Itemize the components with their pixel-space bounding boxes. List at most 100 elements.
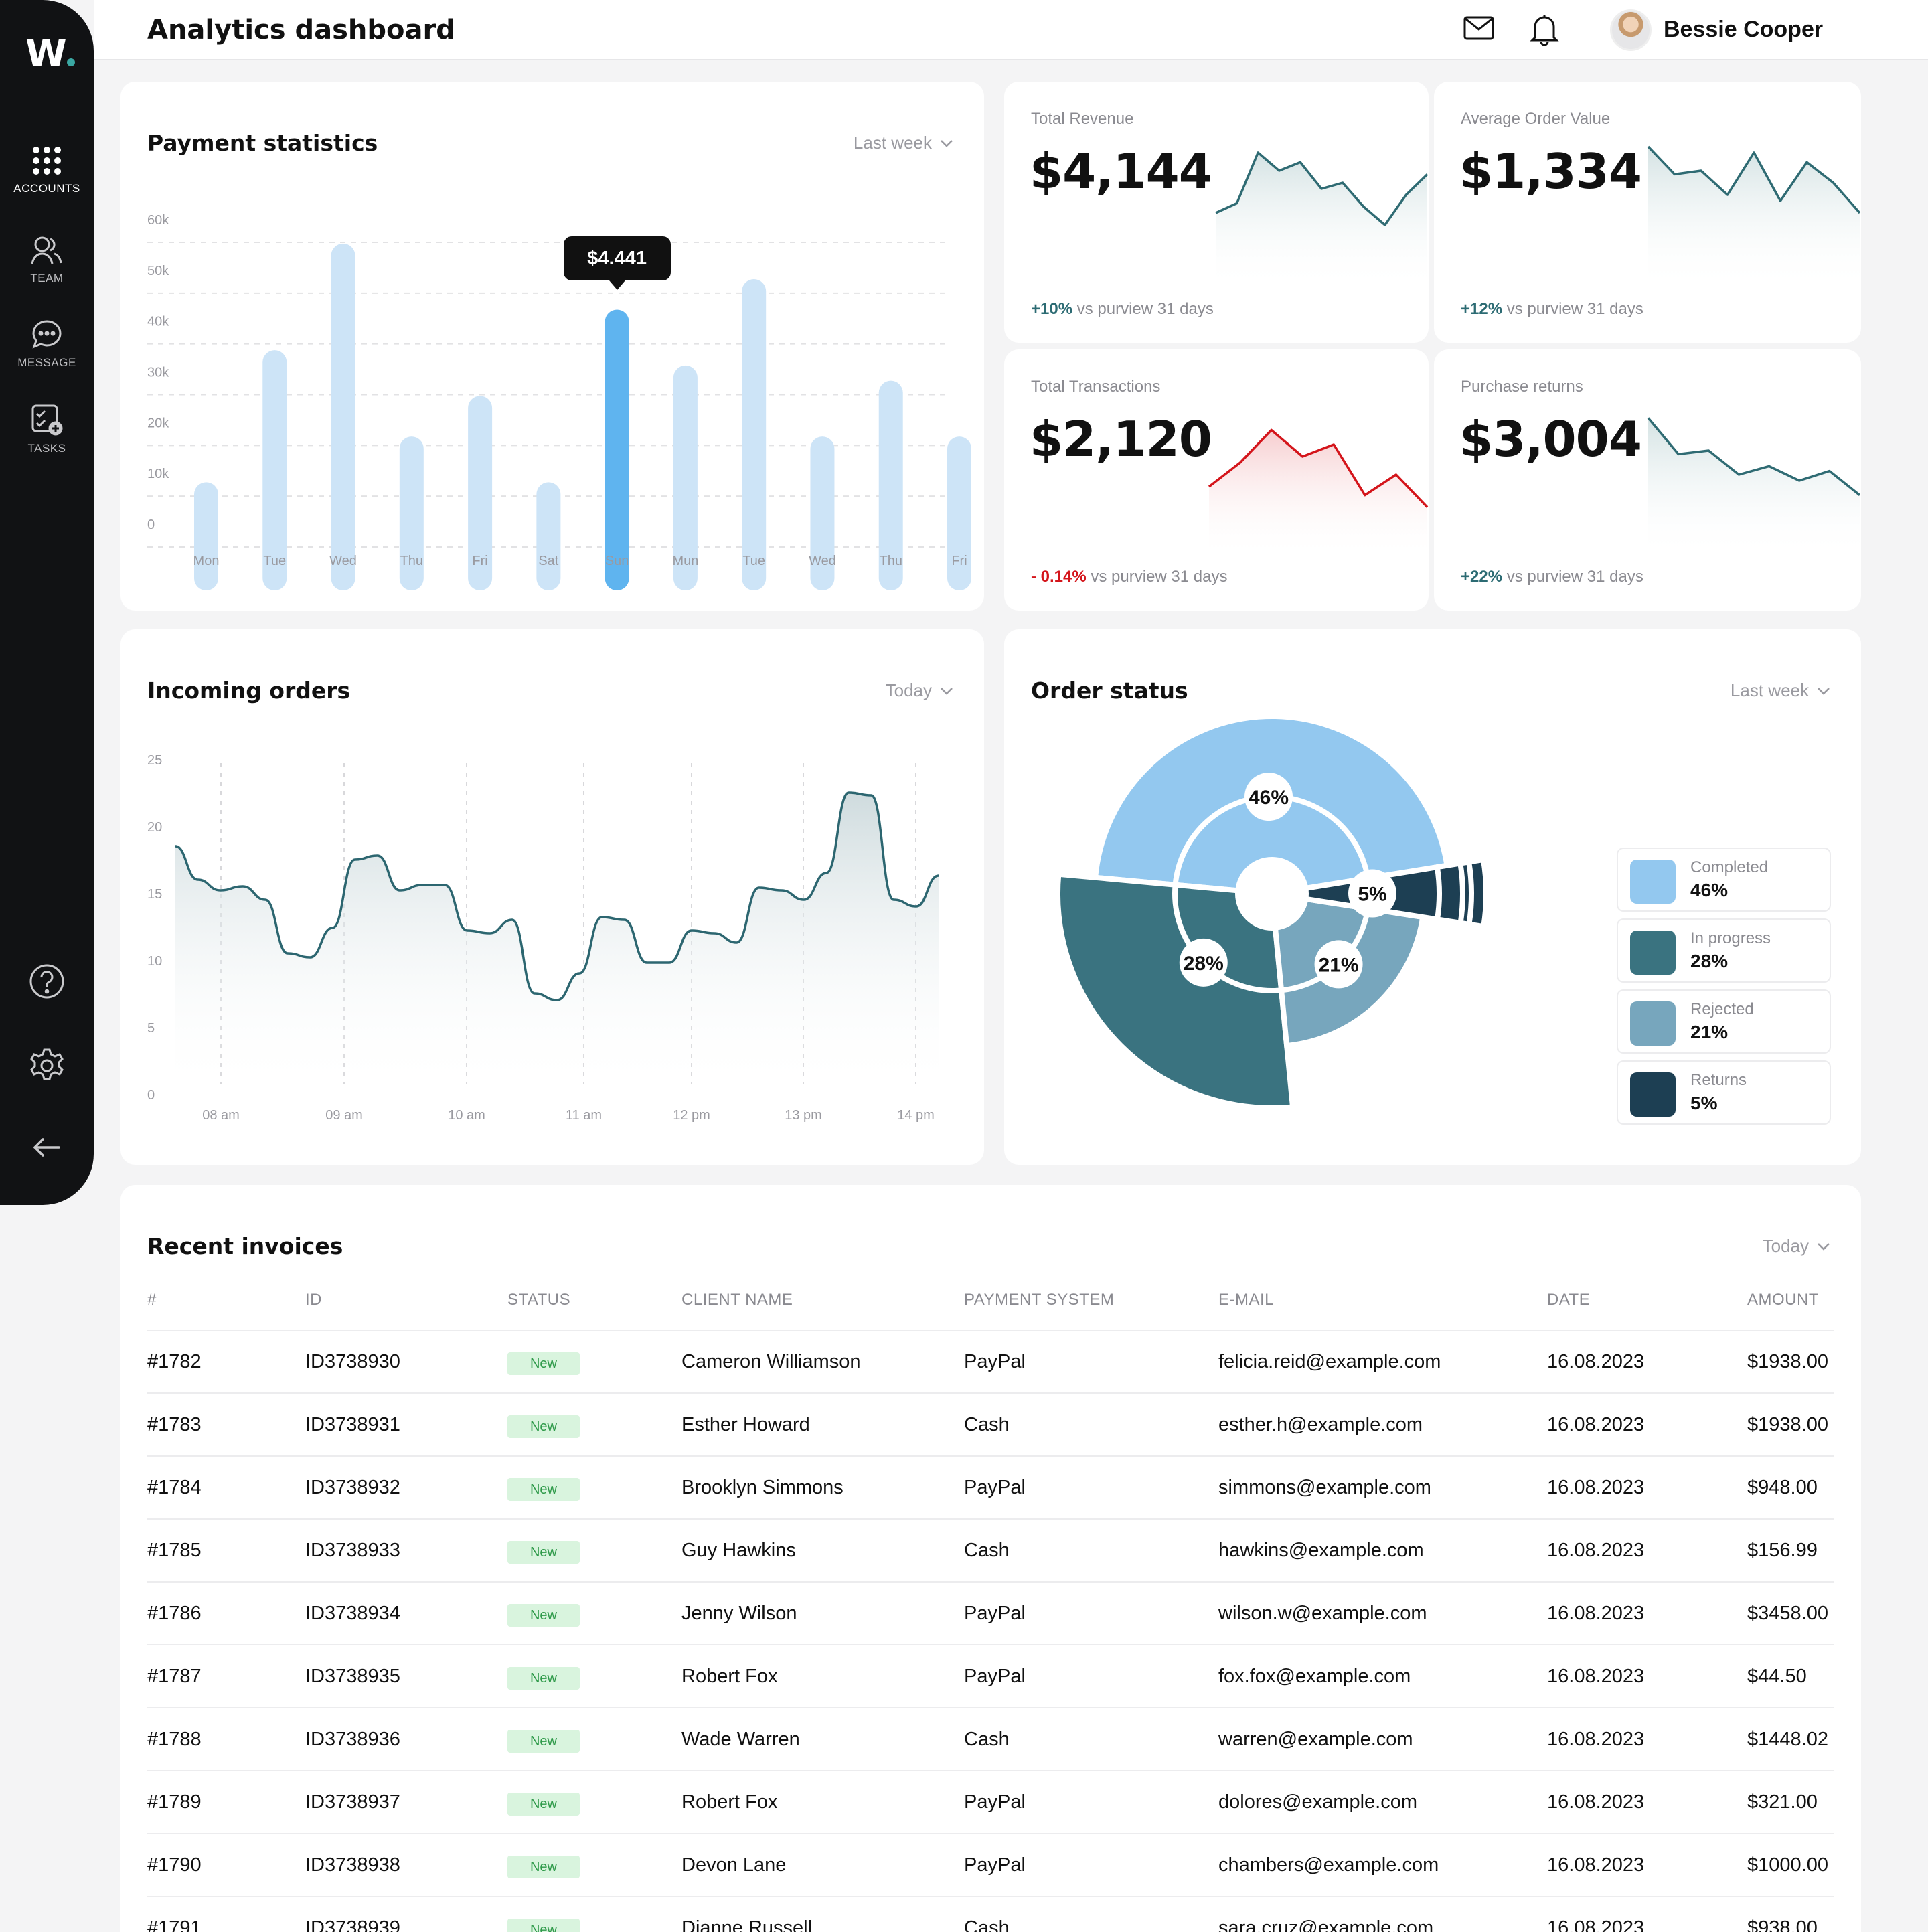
sidebar-item-tasks[interactable]: TASKS xyxy=(0,403,94,455)
cell-email: wilson.w@example.com xyxy=(1218,1603,1427,1624)
pie-label: 21% xyxy=(1319,954,1359,976)
kpi-change-value: +12% xyxy=(1461,300,1503,318)
bar[interactable] xyxy=(331,243,355,590)
sparkline-fill xyxy=(1209,430,1427,557)
cell-email: warren@example.com xyxy=(1218,1728,1413,1750)
column-header[interactable]: # xyxy=(147,1291,157,1309)
bar[interactable] xyxy=(194,482,218,590)
bar[interactable] xyxy=(536,482,561,590)
app-logo[interactable]: W xyxy=(25,32,75,76)
cell-client: Cameron Williamson xyxy=(681,1351,861,1372)
sidebar-item-label: MESSAGE xyxy=(17,356,76,369)
kpi-value: $1,334 xyxy=(1459,143,1642,199)
column-header[interactable]: STATUS xyxy=(507,1291,570,1309)
area-fill xyxy=(175,793,939,1094)
grid-dots-icon xyxy=(33,147,61,175)
cell-date: 16.08.2023 xyxy=(1547,1351,1645,1372)
cell-amount: $1938.00 xyxy=(1747,1414,1828,1435)
cell-client: Devon Lane xyxy=(681,1854,787,1876)
cell-num: #1787 xyxy=(147,1666,202,1687)
y-tick-label: 10 xyxy=(147,954,162,969)
y-tick-label: 0 xyxy=(147,1088,155,1103)
cell-num: #1791 xyxy=(147,1917,202,1932)
y-tick-label: 50k xyxy=(147,264,169,278)
table-row[interactable]: #1790 ID3738938 Devon Lane PayPal chambers@e… xyxy=(147,1833,1834,1896)
pie-label: 5% xyxy=(1358,884,1386,906)
cell-id: ID3738932 xyxy=(305,1477,400,1498)
y-tick-label: 40k xyxy=(147,315,169,329)
table-row[interactable]: #1784 ID3738932 Brooklyn Simmons PayPal simm… xyxy=(147,1455,1834,1518)
user-name[interactable]: Bessie Cooper xyxy=(1664,17,1823,43)
status-badge: New xyxy=(507,1541,580,1564)
cell-id: ID3738934 xyxy=(305,1603,400,1624)
pie-slice-returns-band[interactable] xyxy=(1465,856,1489,930)
sidebar-item-team[interactable]: TEAM xyxy=(0,234,94,285)
column-header[interactable]: PAYMENT SYSTEM xyxy=(964,1291,1114,1309)
kpi-change-value: +22% xyxy=(1461,568,1503,586)
legend-swatch xyxy=(1630,931,1676,975)
sidebar-item-accounts[interactable]: ACCOUNTS xyxy=(0,145,94,195)
team-icon xyxy=(31,236,62,264)
period-dropdown[interactable]: Today xyxy=(1763,1236,1830,1257)
incoming-orders-card: Incoming orders Today 0 5 10 15 20 25 08 am 09 … xyxy=(120,629,984,1165)
table-row[interactable]: #1789 ID3738937 Robert Fox PayPal dolores@ex… xyxy=(147,1770,1834,1833)
sparkline xyxy=(1647,417,1861,557)
x-tick-label: Tue xyxy=(742,554,765,568)
help-icon[interactable] xyxy=(27,961,67,1001)
period-dropdown[interactable]: Last week xyxy=(1731,680,1830,701)
table-row[interactable]: #1786 ID3738934 Jenny Wilson PayPal wilson.w… xyxy=(147,1581,1834,1644)
status-badge: New xyxy=(507,1793,580,1816)
cell-id: ID3738930 xyxy=(305,1351,400,1372)
cell-email: fox.fox@example.com xyxy=(1218,1666,1411,1687)
pie-slice-returns-band[interactable] xyxy=(1434,860,1465,927)
y-tick-label: 25 xyxy=(147,753,162,768)
kpi-value: $4,144 xyxy=(1030,143,1212,199)
bar[interactable] xyxy=(742,279,767,590)
table-row[interactable]: #1782 ID3738930 Cameron Williamson PayPal fe… xyxy=(147,1330,1834,1392)
table-row[interactable]: #1783 ID3738931 Esther Howard Cash esther.h@… xyxy=(147,1392,1834,1455)
cell-amount: $948.00 xyxy=(1747,1477,1818,1498)
column-header[interactable]: DATE xyxy=(1547,1291,1590,1309)
table-row[interactable]: #1788 ID3738936 Wade Warren Cash warren@exam… xyxy=(147,1707,1834,1770)
cell-date: 16.08.2023 xyxy=(1547,1477,1645,1498)
mail-icon[interactable] xyxy=(1463,15,1495,42)
x-tick-label: 09 am xyxy=(325,1108,363,1123)
avatar[interactable] xyxy=(1610,9,1652,51)
column-header[interactable]: AMOUNT xyxy=(1747,1291,1819,1309)
sidebar-item-message[interactable]: MESSAGE xyxy=(0,319,94,370)
column-header[interactable]: E-MAIL xyxy=(1218,1291,1274,1309)
y-tick-label: 10k xyxy=(147,467,169,481)
cell-num: #1786 xyxy=(147,1603,202,1624)
kpi-change: +22% vs purview 31 days xyxy=(1461,568,1643,586)
cell-id: ID3738931 xyxy=(305,1414,400,1435)
sidebar-item-label: ACCOUNTS xyxy=(13,182,80,195)
kpi-change-value: - 0.14% xyxy=(1031,568,1087,586)
kpi-change-suffix: vs purview 31 days xyxy=(1506,300,1643,318)
table-row[interactable]: #1787 ID3738935 Robert Fox PayPal fox.fox@ex… xyxy=(147,1644,1834,1707)
cell-date: 16.08.2023 xyxy=(1547,1728,1645,1750)
legend-item-returns: Returns 5% xyxy=(1617,1060,1831,1125)
cell-amount: $156.99 xyxy=(1747,1540,1818,1561)
table-row[interactable]: #1785 ID3738933 Guy Hawkins Cash hawkins@exa… xyxy=(147,1518,1834,1581)
column-header[interactable]: ID xyxy=(305,1291,322,1309)
sparkline xyxy=(1647,145,1861,289)
y-tick-label: 0 xyxy=(147,517,155,532)
back-arrow-icon[interactable] xyxy=(27,1127,67,1168)
kpi-label: Total Transactions xyxy=(1031,378,1161,396)
x-tick-label: Sat xyxy=(538,554,558,568)
cell-date: 16.08.2023 xyxy=(1547,1917,1645,1932)
status-badge: New xyxy=(507,1919,580,1932)
pie-label: 46% xyxy=(1249,787,1289,809)
settings-icon[interactable] xyxy=(27,1046,67,1086)
bar[interactable] xyxy=(605,309,629,591)
pie-chart: 46% 28% 21% 5% xyxy=(1055,714,1489,1111)
table-row[interactable]: #1791 ID3738939 Dianne Russell Cash sara.cru… xyxy=(147,1896,1834,1932)
sparkline-fill xyxy=(1216,153,1427,289)
kpi-label: Purchase returns xyxy=(1461,378,1583,396)
bell-icon[interactable] xyxy=(1530,13,1559,46)
column-header[interactable]: CLIENT NAME xyxy=(681,1291,793,1309)
kpi-value: $3,004 xyxy=(1459,411,1642,467)
cell-email: dolores@example.com xyxy=(1218,1791,1418,1813)
period-label: Last week xyxy=(1730,680,1809,700)
sparkline-fill xyxy=(1648,418,1860,557)
